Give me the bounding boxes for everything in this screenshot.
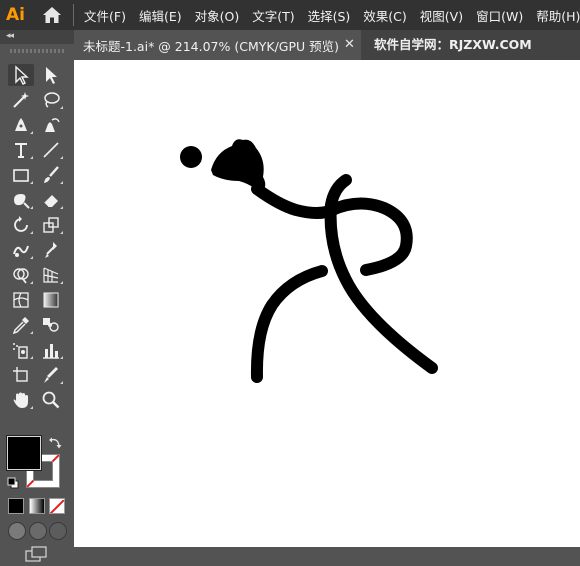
type-tool-icon[interactable] xyxy=(8,139,34,161)
draw-behind-icon[interactable] xyxy=(29,522,47,540)
menu-view[interactable]: 视图(V) xyxy=(420,6,463,25)
mesh-tool-icon[interactable] xyxy=(8,289,34,311)
document-tab-bar: 未标题-1.ai* @ 214.07% (CMYK/GPU 预览) ✕ 软件自学… xyxy=(74,30,580,60)
lasso-tool-icon[interactable] xyxy=(38,89,64,111)
gradient-mode-button[interactable] xyxy=(29,498,45,514)
none-mode-button[interactable] xyxy=(49,498,65,514)
artwork-head xyxy=(180,146,202,168)
eraser-tool-icon[interactable] xyxy=(38,189,64,211)
home-icon[interactable] xyxy=(42,6,62,24)
selection-tool-icon[interactable] xyxy=(8,64,34,86)
menu-window[interactable]: 窗口(W) xyxy=(476,6,523,25)
column-graph-tool-icon[interactable] xyxy=(38,339,64,361)
main-menu: 文件(F) 编辑(E) 对象(O) 文字(T) 选择(S) 效果(C) 视图(V… xyxy=(84,0,580,30)
symbol-sprayer-tool-icon[interactable] xyxy=(8,339,34,361)
toolbar-header: ◂◂ xyxy=(0,30,74,44)
gradient-tool-icon[interactable] xyxy=(38,289,64,311)
shape-builder-tool-icon[interactable] xyxy=(8,264,34,286)
eyedropper-tool-icon[interactable] xyxy=(8,314,34,336)
color-mode-button[interactable] xyxy=(8,498,24,514)
draw-inside-icon[interactable] xyxy=(49,522,67,540)
menu-bar: Ai 文件(F) 编辑(E) 对象(O) 文字(T) 选择(S) 效果(C) 视… xyxy=(0,0,580,30)
rectangle-tool-icon[interactable] xyxy=(8,164,34,186)
zoom-tool-icon[interactable] xyxy=(38,389,64,411)
curvature-tool-icon[interactable] xyxy=(38,114,64,136)
menu-divider xyxy=(73,4,74,26)
slice-tool-icon[interactable] xyxy=(38,364,64,386)
default-fill-stroke-icon[interactable] xyxy=(7,474,19,489)
hand-tool-icon[interactable] xyxy=(8,389,34,411)
rotate-tool-icon[interactable] xyxy=(8,214,34,236)
artwork-torch-runner[interactable] xyxy=(74,60,580,547)
magic-wand-tool-icon[interactable] xyxy=(8,89,34,111)
menu-type[interactable]: 文字(T) xyxy=(252,6,294,25)
shaper-tool-icon[interactable] xyxy=(8,189,34,211)
tools-panel: ◂◂ xyxy=(0,30,74,562)
menu-select[interactable]: 选择(S) xyxy=(308,6,351,25)
document-tab-title: 未标题-1.ai* @ 214.07% (CMYK/GPU 预览) xyxy=(83,38,340,54)
artboard-canvas[interactable] xyxy=(74,60,580,547)
direct-selection-tool-icon[interactable] xyxy=(38,64,64,86)
menu-edit[interactable]: 编辑(E) xyxy=(139,6,182,25)
artboard-tool-icon[interactable] xyxy=(8,364,34,386)
toolbar-grip[interactable] xyxy=(10,49,64,53)
line-segment-tool-icon[interactable] xyxy=(38,139,64,161)
swap-fill-stroke-icon[interactable] xyxy=(48,435,62,449)
menu-help[interactable]: 帮助(H) xyxy=(536,6,580,25)
artwork-front-leg xyxy=(250,265,328,383)
blend-tool-icon[interactable] xyxy=(38,314,64,336)
fill-swatch[interactable] xyxy=(7,436,41,470)
collapse-panel-icon[interactable]: ◂◂ xyxy=(6,31,14,41)
draw-normal-icon[interactable] xyxy=(8,522,26,540)
menu-object[interactable]: 对象(O) xyxy=(195,6,240,25)
document-tab[interactable]: 未标题-1.ai* @ 214.07% (CMYK/GPU 预览) ✕ xyxy=(74,30,361,60)
scale-tool-icon[interactable] xyxy=(38,214,64,236)
menu-effect[interactable]: 效果(C) xyxy=(363,6,406,25)
perspective-grid-tool-icon[interactable] xyxy=(38,264,64,286)
pen-tool-icon[interactable] xyxy=(8,114,34,136)
close-tab-icon[interactable]: ✕ xyxy=(344,37,355,52)
free-transform-tool-icon[interactable] xyxy=(38,239,64,261)
app-logo: Ai xyxy=(6,5,25,25)
watermark-label: 软件自学网：RJZXW.COM xyxy=(374,37,532,52)
menu-file[interactable]: 文件(F) xyxy=(84,6,126,25)
screen-mode-icon[interactable] xyxy=(24,546,48,562)
paintbrush-tool-icon[interactable] xyxy=(38,164,64,186)
puppet-warp-tool-icon[interactable] xyxy=(8,239,34,261)
